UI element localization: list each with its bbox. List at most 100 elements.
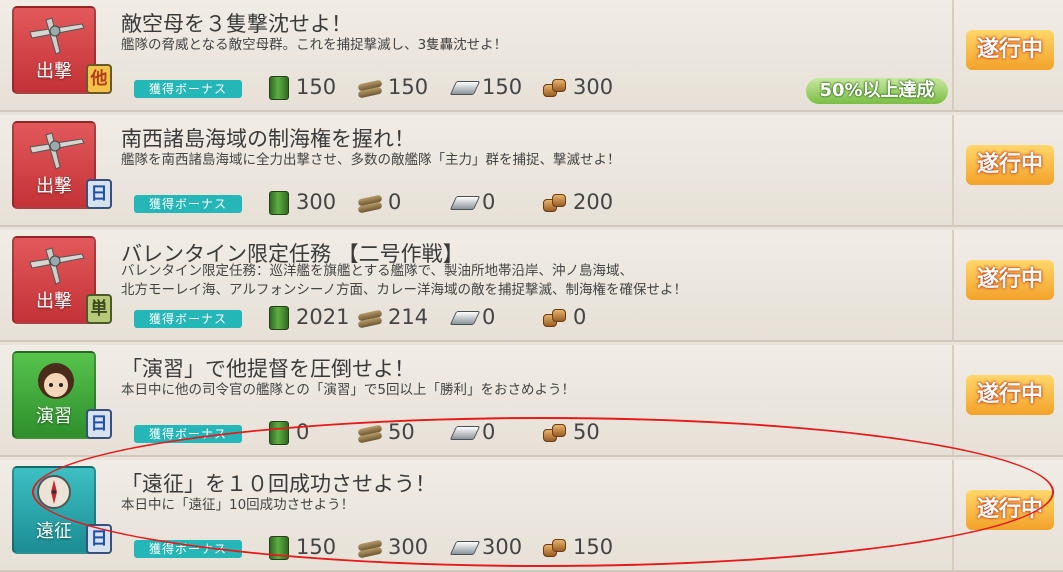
quest-description: バレンタイン限定任務：巡洋艦を旗艦とする艦隊で、製油所地帯沿岸、沖ノ島海域、 北… xyxy=(121,262,687,300)
ammo-reward: 0 xyxy=(357,187,402,217)
fuel-icon xyxy=(266,191,290,215)
in-progress-button[interactable]: 遂行中 xyxy=(966,375,1054,415)
bonus-label: 獲得ボーナス xyxy=(134,310,242,328)
fuel-icon xyxy=(266,76,290,100)
compass-icon xyxy=(37,475,71,509)
shipgirl-face-icon xyxy=(38,363,74,399)
frequency-badge: 他 xyxy=(86,64,112,94)
fuel-value: 150 xyxy=(296,75,337,99)
bonus-label: 獲得ボーナス xyxy=(134,425,242,443)
steel-value: 300 xyxy=(482,535,523,559)
steel-reward: 300 xyxy=(449,532,523,562)
sortie-category-badge: 出撃 xyxy=(12,6,96,94)
category-label: 遠征 xyxy=(36,521,72,542)
category-label: 出撃 xyxy=(36,291,72,312)
fuel-icon xyxy=(266,306,290,330)
fuel-reward: 300 xyxy=(266,187,336,217)
category-label: 出撃 xyxy=(36,176,72,197)
fuel-value: 2021 xyxy=(296,305,350,329)
quest-description: 本日中に他の司令官の艦隊との「演習」で5回以上「勝利」をおさめよう！ xyxy=(121,382,575,398)
ammo-value: 300 xyxy=(388,535,429,559)
ammo-icon xyxy=(357,76,383,99)
ammo-reward: 300 xyxy=(357,532,429,562)
steel-reward: 0 xyxy=(449,417,496,447)
frequency-badge: 日 xyxy=(86,409,112,439)
quest-title: 「演習」で他提督を圧倒せよ！ xyxy=(121,357,415,381)
steel-icon xyxy=(449,306,481,328)
ammo-icon xyxy=(357,421,383,444)
frequency-badge: 日 xyxy=(86,179,112,209)
divider xyxy=(952,230,954,340)
bauxite-value: 50 xyxy=(573,420,600,444)
fuel-reward: 150 xyxy=(266,72,336,102)
quest-row[interactable]: 演習 日 「演習」で他提督を圧倒せよ！ 本日中に他の司令官の艦隊との「演習」で5… xyxy=(0,345,1063,457)
quest-description: 本日中に「遠征」10回成功させよう！ xyxy=(121,497,355,513)
ammo-value: 0 xyxy=(388,190,402,214)
quest-row[interactable]: 出撃 単 バレンタイン限定任務 【二号作戦】 バレンタイン限定任務：巡洋艦を旗艦… xyxy=(0,230,1063,342)
ammo-reward: 214 xyxy=(357,302,429,332)
bonus-label: 獲得ボーナス xyxy=(134,80,242,98)
expedition-category-badge: 遠征 xyxy=(12,466,96,554)
fuel-reward: 2021 xyxy=(266,302,349,332)
ammo-reward: 150 xyxy=(357,72,429,102)
steel-value: 0 xyxy=(482,305,496,329)
frequency-badge: 日 xyxy=(86,524,112,554)
ammo-reward: 50 xyxy=(357,417,415,447)
progress-badge: 50%以上達成 xyxy=(806,78,948,104)
bauxite-value: 150 xyxy=(573,535,614,559)
divider xyxy=(952,115,954,225)
steel-value: 0 xyxy=(482,190,496,214)
fuel-icon xyxy=(266,421,290,445)
divider xyxy=(952,460,954,570)
quest-title: 南西諸島海域の制海権を握れ！ xyxy=(121,127,415,151)
quest-description: 艦隊を南西諸島海域に全力出撃させ、多数の敵艦隊「主力」群を捕捉、撃滅せよ！ xyxy=(121,152,621,168)
steel-icon xyxy=(449,191,481,213)
steel-reward: 0 xyxy=(449,302,496,332)
fuel-reward: 0 xyxy=(266,417,309,447)
ammo-icon xyxy=(357,536,383,559)
bauxite-reward: 150 xyxy=(543,532,613,562)
exercise-category-badge: 演習 xyxy=(12,351,96,439)
bauxite-value: 200 xyxy=(573,190,614,214)
quest-description: 艦隊の脅威となる敵空母群。これを捕捉撃滅し、3隻轟沈せよ！ xyxy=(121,37,508,53)
fuel-reward: 150 xyxy=(266,532,336,562)
divider xyxy=(952,345,954,455)
in-progress-button[interactable]: 遂行中 xyxy=(966,30,1054,70)
plane-icon xyxy=(29,132,85,170)
plane-icon xyxy=(29,247,85,285)
in-progress-button[interactable]: 遂行中 xyxy=(966,145,1054,185)
bauxite-value: 0 xyxy=(573,305,587,329)
in-progress-button[interactable]: 遂行中 xyxy=(966,490,1054,530)
ammo-value: 50 xyxy=(388,420,415,444)
plane-icon xyxy=(29,17,85,55)
bauxite-icon xyxy=(543,306,567,328)
in-progress-button[interactable]: 遂行中 xyxy=(966,260,1054,300)
fuel-icon xyxy=(266,536,290,560)
fuel-value: 300 xyxy=(296,190,337,214)
bauxite-icon xyxy=(543,421,567,443)
description-line: バレンタイン限定任務：巡洋艦を旗艦とする艦隊で、製油所地帯沿岸、沖ノ島海域、 xyxy=(121,263,634,279)
quest-row[interactable]: 出撃 他 敵空母を３隻撃沈せよ！ 艦隊の脅威となる敵空母群。これを捕捉撃滅し、3… xyxy=(0,0,1063,112)
ammo-value: 150 xyxy=(388,75,429,99)
fuel-value: 150 xyxy=(296,535,337,559)
quest-row[interactable]: 遠征 日 「遠征」を１０回成功させよう！ 本日中に「遠征」10回成功させよう！ … xyxy=(0,460,1063,572)
ammo-value: 214 xyxy=(388,305,429,329)
steel-value: 150 xyxy=(482,75,523,99)
bauxite-icon xyxy=(543,536,567,558)
bonus-label: 獲得ボーナス xyxy=(134,540,242,558)
steel-icon xyxy=(449,76,481,98)
category-label: 演習 xyxy=(36,406,72,427)
bauxite-reward: 0 xyxy=(543,302,586,332)
bauxite-reward: 200 xyxy=(543,187,613,217)
steel-reward: 150 xyxy=(449,72,523,102)
bauxite-icon xyxy=(543,76,567,98)
steel-icon xyxy=(449,536,481,558)
quest-row[interactable]: 出撃 日 南西諸島海域の制海権を握れ！ 艦隊を南西諸島海域に全力出撃させ、多数の… xyxy=(0,115,1063,227)
bauxite-icon xyxy=(543,191,567,213)
bauxite-value: 300 xyxy=(573,75,614,99)
steel-value: 0 xyxy=(482,420,496,444)
sortie-category-badge: 出撃 xyxy=(12,236,96,324)
ammo-icon xyxy=(357,191,383,214)
bauxite-reward: 50 xyxy=(543,417,600,447)
description-line: 北方モーレイ海、アルフォンシーノ方面、カレー洋海域の敵を捕捉撃滅、制海権を確保せ… xyxy=(121,282,688,298)
